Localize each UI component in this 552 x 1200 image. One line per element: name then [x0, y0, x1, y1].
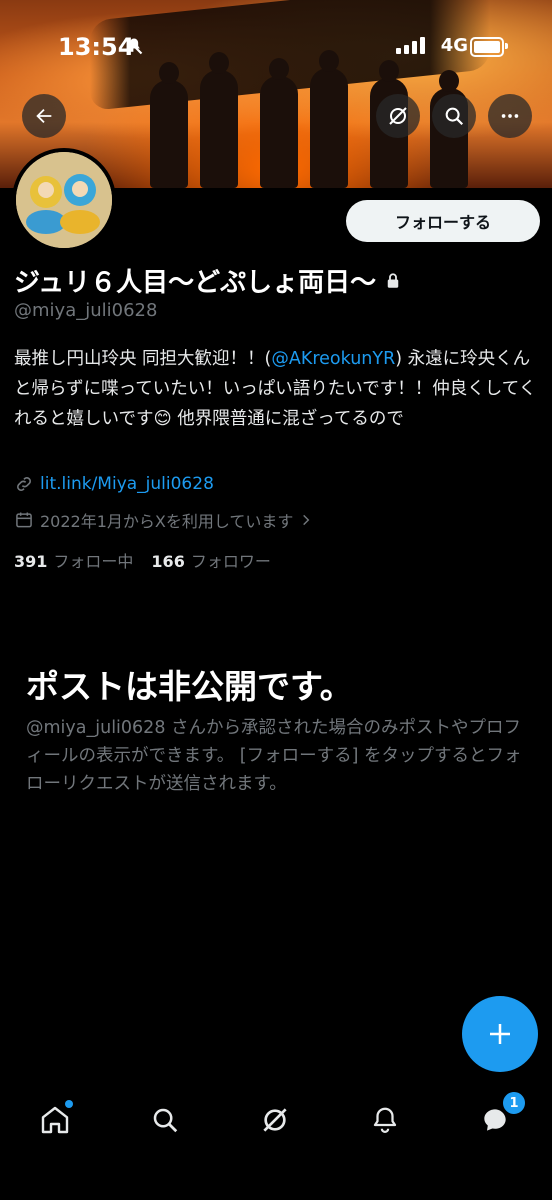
- avatar[interactable]: [12, 148, 116, 252]
- status-time: 13:54: [58, 33, 135, 61]
- tab-search[interactable]: [147, 1102, 183, 1138]
- compose-post-button[interactable]: [462, 996, 538, 1072]
- bio-text: 最推し円山玲央 同担大歓迎！！(: [14, 349, 272, 369]
- username-handle: @miya_juli0628: [14, 300, 158, 321]
- network-type: 4G: [440, 35, 468, 56]
- followers-count: 166: [151, 552, 185, 571]
- home-icon: [41, 1106, 69, 1134]
- banner-figure: [150, 62, 188, 188]
- status-bar: 13:54 4G: [0, 0, 552, 90]
- tab-messages[interactable]: 1: [477, 1090, 527, 1138]
- cellular-signal-icon: [396, 36, 425, 54]
- display-name-row: ジュリ６人目〜どぷしょ両日〜: [14, 262, 402, 299]
- grok-button[interactable]: [376, 94, 420, 138]
- banner-figure: [260, 58, 298, 188]
- followers-stat[interactable]: 166 フォロワー: [151, 548, 270, 572]
- more-button[interactable]: [488, 94, 532, 138]
- join-date-text: 2022年1月からXを利用しています: [40, 512, 294, 531]
- bell-icon: [373, 1107, 397, 1133]
- join-date-row[interactable]: 2022年1月からXを利用しています: [14, 508, 313, 532]
- following-stat[interactable]: 391 フォロー中: [14, 548, 133, 572]
- following-count: 391: [14, 552, 48, 571]
- grok-icon: [263, 1108, 287, 1132]
- mute-icon: [124, 36, 144, 61]
- private-posts-description: @miya_juli0628 さんから承認された場合のみポストやプロフィールの表…: [26, 718, 522, 794]
- followers-label: フォロワー: [190, 552, 271, 571]
- profile-link-row[interactable]: lit.link/Miya_juli0628: [14, 474, 214, 494]
- bio-mention-link[interactable]: @AKreokunYR: [271, 349, 395, 369]
- messages-badge: 1: [501, 1090, 527, 1116]
- follow-button[interactable]: フォローする: [346, 200, 540, 242]
- follow-stats: 391 フォロー中 166 フォロワー: [14, 548, 271, 572]
- lock-icon: [387, 272, 399, 288]
- search-button[interactable]: [432, 94, 476, 138]
- link-icon: [17, 477, 31, 491]
- tab-notifications[interactable]: [367, 1102, 403, 1138]
- private-posts-title: ポストは非公開です。: [26, 667, 353, 706]
- search-icon: [153, 1108, 178, 1133]
- grok-icon: [389, 107, 407, 125]
- calendar-icon: [16, 512, 32, 528]
- back-button[interactable]: [22, 94, 66, 138]
- following-label: フォロー中: [53, 552, 134, 571]
- profile-website-link[interactable]: lit.link/Miya_juli0628: [40, 474, 214, 494]
- battery-icon: [470, 37, 508, 57]
- more-horizontal-icon: [501, 114, 519, 118]
- search-icon: [445, 107, 464, 126]
- plus-icon: [490, 1024, 510, 1044]
- avatar-image: [16, 152, 112, 248]
- profile-bio: 最推し円山玲央 同担大歓迎！！(@AKreokunYR) 永遠に玲央くんと帰らず…: [14, 344, 540, 434]
- display-name: ジュリ６人目〜どぷしょ両日〜: [14, 268, 377, 298]
- tab-grok[interactable]: [257, 1102, 293, 1138]
- chevron-right-icon: [303, 514, 310, 526]
- tab-home[interactable]: [37, 1100, 73, 1138]
- home-notification-dot: [65, 1100, 73, 1108]
- bottom-tab-bar: 1: [0, 1080, 552, 1160]
- arrow-left-icon: [36, 108, 52, 124]
